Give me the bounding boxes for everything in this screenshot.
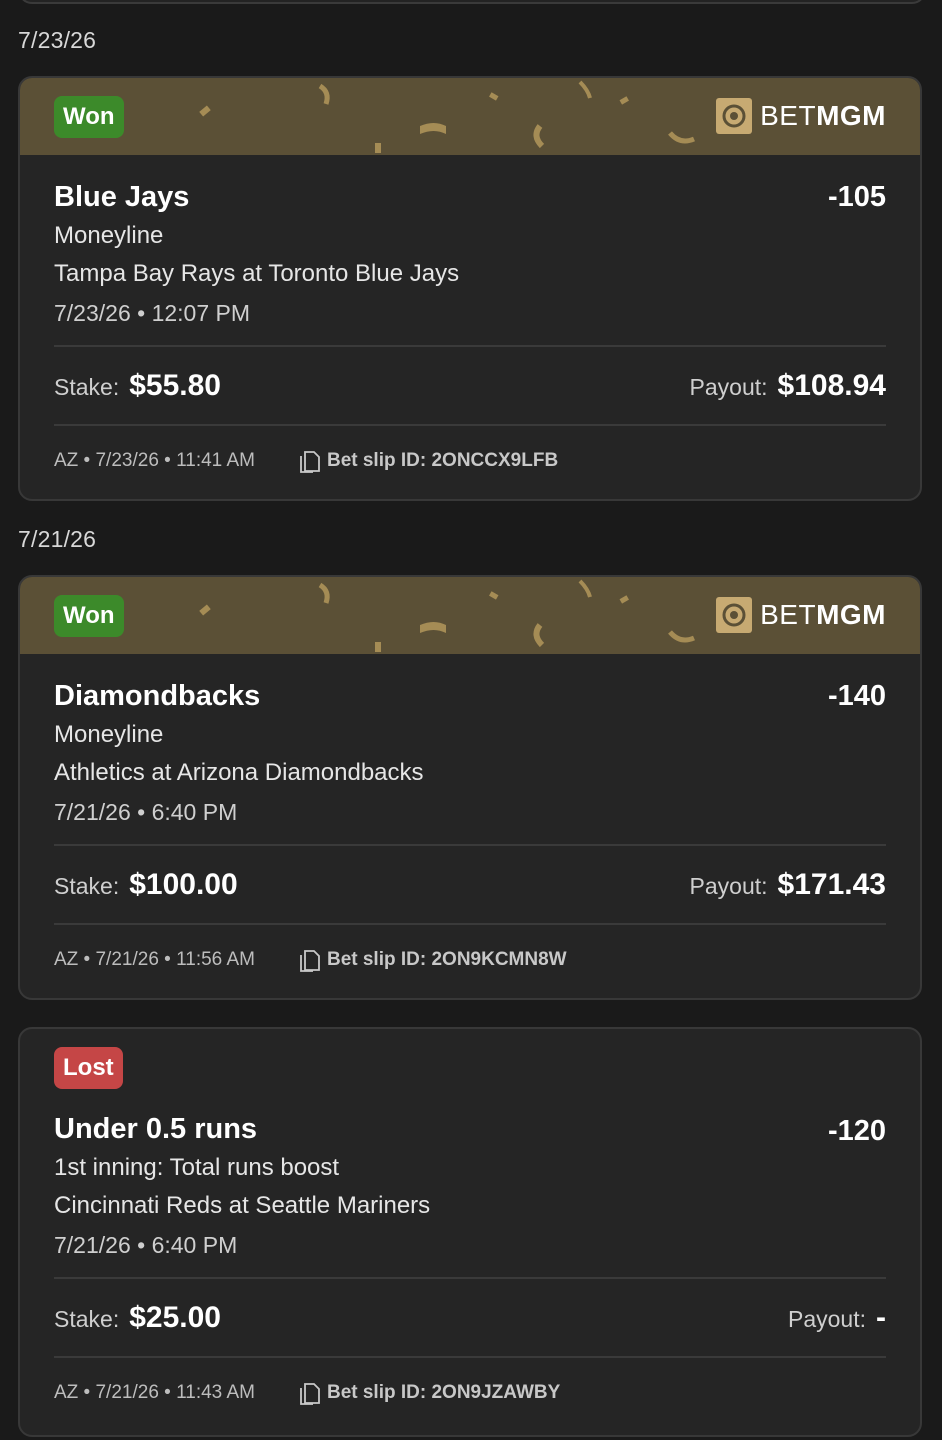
- date-header: 7/23/26: [18, 27, 97, 53]
- bet-card[interactable]: Won BETMGM -140 Diamondbacks Moneyline A…: [18, 575, 922, 1000]
- bet-pick: Under 0.5 runs: [54, 1113, 258, 1145]
- betmgm-logo: BETMGM: [716, 98, 886, 134]
- bet-slip-id-text: Bet slip ID: 2ONCCX9LFB: [326, 450, 559, 471]
- won-banner: Won BETMGM: [20, 78, 920, 155]
- market-type: Moneyline: [54, 222, 164, 249]
- stake-value: $100.00: [129, 867, 238, 901]
- document-copy-icon: [300, 950, 320, 972]
- betmgm-logo: BETMGM: [716, 597, 886, 633]
- game-time: 7/21/26 • 6:40 PM: [54, 799, 238, 825]
- bet-card[interactable]: Won BETMGM -105 Blue Jays Moneyline Tamp…: [18, 76, 922, 501]
- game-time: 7/21/26 • 6:40 PM: [54, 1232, 238, 1258]
- document-copy-icon: [300, 451, 320, 473]
- brand-text-bold: MGM: [816, 599, 886, 630]
- market-type: Moneyline: [54, 721, 164, 748]
- bet-card[interactable]: Lost -120 Under 0.5 runs 1st inning: Tot…: [18, 1027, 922, 1437]
- status-badge: Won: [54, 595, 124, 637]
- won-banner: Won BETMGM: [20, 577, 920, 654]
- odds: -140: [827, 680, 886, 712]
- bet-pick: Blue Jays: [54, 181, 190, 213]
- brand-text-light: BET: [760, 599, 817, 630]
- status-badge: Won: [54, 96, 124, 138]
- stake-value: $25.00: [129, 1300, 221, 1334]
- bet-slip-id[interactable]: Bet slip ID: 2ON9JZAWBY: [299, 1380, 560, 1406]
- payout-value: $171.43: [777, 867, 886, 901]
- matchup: Athletics at Arizona Diamondbacks: [54, 759, 424, 786]
- lion-logo-icon: [716, 98, 753, 134]
- odds: -105: [827, 181, 886, 213]
- bet-slip-id[interactable]: Bet slip ID: 2ONCCX9LFB: [299, 448, 558, 474]
- payout-label: Payout:: [788, 1305, 866, 1332]
- document-copy-icon: [300, 1383, 320, 1405]
- placed-info: AZ • 7/23/26 • 11:41 AM: [54, 450, 255, 471]
- payout-label: Payout:: [689, 373, 768, 400]
- placed-info: AZ • 7/21/26 • 11:56 AM: [54, 949, 255, 970]
- lion-logo-icon: [716, 597, 753, 633]
- previous-card-edge: [18, 0, 926, 4]
- stake-label: Stake:: [54, 872, 120, 899]
- brand-text-light: BET: [760, 100, 817, 131]
- stake-label: Stake:: [54, 373, 120, 400]
- stake-label: Stake:: [54, 1305, 120, 1332]
- payout-label: Payout:: [689, 872, 768, 899]
- matchup: Tampa Bay Rays at Toronto Blue Jays: [54, 260, 460, 287]
- bet-pick: Diamondbacks: [54, 680, 261, 712]
- matchup: Cincinnati Reds at Seattle Mariners: [54, 1192, 431, 1219]
- payout-value: $108.94: [777, 368, 886, 402]
- market-type: 1st inning: Total runs boost: [54, 1154, 340, 1181]
- game-time: 7/23/26 • 12:07 PM: [54, 300, 251, 326]
- bet-slip-id[interactable]: Bet slip ID: 2ON9KCMN8W: [299, 947, 567, 973]
- bet-slip-id-text: Bet slip ID: 2ON9KCMN8W: [326, 949, 567, 970]
- status-badge: Lost: [54, 1047, 123, 1089]
- placed-info: AZ • 7/21/26 • 11:43 AM: [54, 1382, 255, 1403]
- odds: -120: [827, 1115, 886, 1147]
- date-header: 7/21/26: [18, 526, 97, 552]
- brand-text-bold: MGM: [816, 100, 886, 131]
- stake-value: $55.80: [129, 368, 221, 402]
- bet-slip-id-text: Bet slip ID: 2ON9JZAWBY: [326, 1382, 561, 1403]
- payout-value: -: [876, 1300, 886, 1334]
